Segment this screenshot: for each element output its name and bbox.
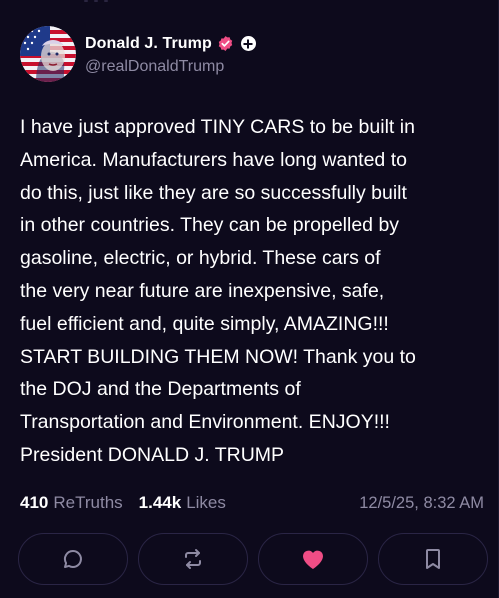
post-stats: 410 ReTruths 1.44k Likes 12/5/25, 8:32 A… [20,492,484,514]
plus-badge-icon [240,36,256,51]
name-row: Donald J. Trump [85,33,256,55]
avatar[interactable] [20,26,76,82]
reply-icon [63,549,82,568]
timestamp[interactable]: 12/5/25, 8:32 AM [359,494,484,513]
flag-portrait-avatar-icon [20,26,76,82]
scroll-remnant [84,0,108,4]
bookmark-icon [426,549,440,569]
reply-button[interactable] [18,533,128,585]
post-text: I have just approved TINY CARS to be bui… [20,116,416,466]
retruth-icon [185,549,201,569]
retruths-count[interactable]: 410 [20,493,48,513]
retruth-button[interactable] [138,533,248,585]
retruths-label[interactable]: ReTruths [53,493,122,513]
likes-label[interactable]: Likes [186,493,226,513]
verified-badge-icon [217,35,234,52]
handle[interactable]: @realDonaldTrump [85,58,256,76]
post-header: Donald J. Trump @realDonaldTrump [20,26,256,82]
display-name[interactable]: Donald J. Trump [85,35,212,53]
like-button[interactable] [258,533,368,585]
post-card: Donald J. Trump @realDonaldTrump I have … [0,0,499,598]
heart-icon [303,550,323,569]
bookmark-button[interactable] [378,533,488,585]
author-block: Donald J. Trump @realDonaldTrump [85,33,256,76]
likes-count[interactable]: 1.44k [139,493,182,513]
action-bar [18,533,488,589]
